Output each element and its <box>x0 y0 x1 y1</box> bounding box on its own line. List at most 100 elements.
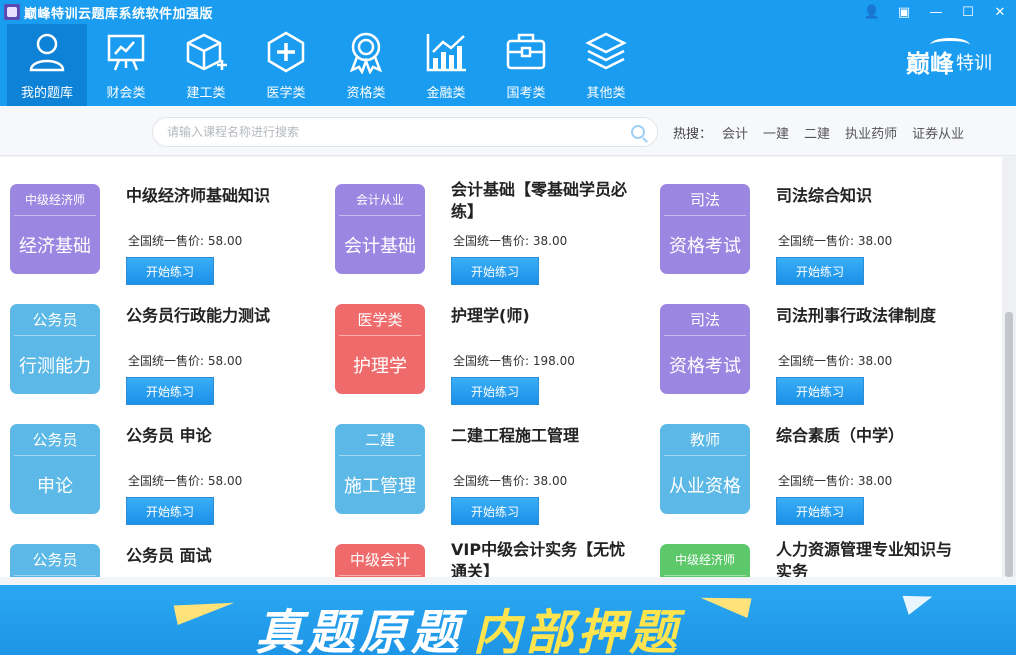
course-cover[interactable]: 中级经济师 经济基础 <box>10 184 100 274</box>
course-card: 中级经济师 人力资源管理专业知识与实务 <box>650 517 970 577</box>
cover-category: 中级会计 <box>339 544 421 576</box>
nav-label: 国考类 <box>506 86 546 101</box>
course-cover[interactable]: 教师 从业资格 <box>660 424 750 514</box>
search-box <box>152 117 658 147</box>
category-nav: 我的题库 财会类 建工类 医学类 资格类 金融类 国考类 其他类 巅峰 特训 <box>0 24 1016 106</box>
nav-label: 财会类 <box>106 86 146 101</box>
cover-name: 会计基础 <box>344 236 416 257</box>
course-title[interactable]: 综合素质（中学） <box>776 425 966 447</box>
course-title[interactable]: 会计基础【零基础学员必练】 <box>451 179 641 223</box>
course-title[interactable]: 司法刑事行政法律制度 <box>776 305 966 327</box>
course-title[interactable]: 公务员行政能力测试 <box>126 305 316 327</box>
bar-chart-icon <box>426 34 466 72</box>
hot-tag-first-builder[interactable]: 一建 <box>763 123 789 142</box>
cover-name: 行测能力 <box>19 356 91 377</box>
course-title[interactable]: 人力资源管理专业知识与实务 <box>776 539 966 577</box>
course-price: 全国统一售价: 58.00 <box>128 234 243 248</box>
close-button[interactable]: ✕ <box>984 0 1016 24</box>
cover-category: 公务员 <box>14 424 96 456</box>
window-controls: 👤 ▣ — ☐ ✕ <box>856 0 1016 24</box>
title-bar: 巅峰特训云题库系统软件加强版 👤 ▣ — ☐ ✕ <box>0 0 1016 24</box>
user-icon <box>29 33 65 72</box>
course-card: 二建 施工管理 二建工程施工管理 全国统一售价: 38.00 开始练习 <box>325 397 645 525</box>
nav-other[interactable]: 其他类 <box>566 24 646 106</box>
course-cover[interactable]: 司法 资格考试 <box>660 184 750 274</box>
course-card: 司法 资格考试 司法刑事行政法律制度 全国统一售价: 38.00 开始练习 <box>650 277 970 405</box>
cover-category: 公务员 <box>14 544 96 576</box>
brand-logo: 巅峰 特训 <box>906 38 992 79</box>
hot-tag-pharmacist[interactable]: 执业药师 <box>845 123 897 142</box>
nav-accounting[interactable]: 财会类 <box>86 24 166 106</box>
course-grid: 中级经济师 经济基础 中级经济师基础知识 全国统一售价: 58.00 开始练习 … <box>0 157 1002 577</box>
nav-civil-service[interactable]: 国考类 <box>486 24 566 106</box>
cover-name: 申论 <box>37 476 73 497</box>
hot-tag-accounting[interactable]: 会计 <box>722 123 748 142</box>
cover-category: 司法 <box>664 184 746 216</box>
search-input[interactable] <box>167 118 627 146</box>
course-cover[interactable]: 会计从业 会计基础 <box>335 184 425 274</box>
cover-category: 二建 <box>339 424 421 456</box>
course-title[interactable]: 公务员 申论 <box>126 425 316 447</box>
nav-label: 建工类 <box>186 86 226 101</box>
course-title[interactable]: 公务员 面试 <box>126 545 316 567</box>
menu-icon[interactable]: ▣ <box>888 0 920 24</box>
course-title[interactable]: 中级经济师基础知识 <box>126 185 316 207</box>
cover-category: 会计从业 <box>339 184 421 216</box>
nav-label: 医学类 <box>266 86 306 101</box>
course-card: 教师 从业资格 综合素质（中学） 全国统一售价: 38.00 开始练习 <box>650 397 970 525</box>
hot-search: 热搜： 会计 一建 二建 执业药师 证券从业 <box>673 123 979 142</box>
course-cover[interactable]: 二建 施工管理 <box>335 424 425 514</box>
cover-category: 教师 <box>664 424 746 456</box>
course-price: 全国统一售价: 38.00 <box>778 234 893 248</box>
maximize-button[interactable]: ☐ <box>952 0 984 24</box>
chart-board-icon <box>107 34 145 71</box>
cover-name: 资格考试 <box>669 236 741 257</box>
course-card: 会计从业 会计基础 会计基础【零基础学员必练】 全国统一售价: 38.00 开始… <box>325 157 645 285</box>
paper-plane-icon <box>902 587 936 615</box>
course-title[interactable]: 司法综合知识 <box>776 185 966 207</box>
course-title[interactable]: VIP中级会计实务【无忧通关】 <box>451 539 641 577</box>
nav-label: 其他类 <box>586 86 626 101</box>
course-cover[interactable]: 医学类 护理学 <box>335 304 425 394</box>
minimize-button[interactable]: — <box>920 0 952 24</box>
award-medal-icon <box>349 32 383 74</box>
course-title[interactable]: 二建工程施工管理 <box>451 425 641 447</box>
nav-qualification[interactable]: 资格类 <box>326 24 406 106</box>
user-account-icon[interactable]: 👤 <box>856 0 888 24</box>
hot-search-label: 热搜： <box>673 127 713 142</box>
hot-tag-securities[interactable]: 证券从业 <box>912 123 964 142</box>
brand-sub: 特训 <box>956 52 992 74</box>
search-icon[interactable] <box>631 125 645 139</box>
nav-label: 我的题库 <box>20 86 73 101</box>
nav-construction[interactable]: 建工类 <box>166 24 246 106</box>
course-title[interactable]: 护理学(师) <box>451 305 641 327</box>
nav-finance[interactable]: 金融类 <box>406 24 486 106</box>
course-price: 全国统一售价: 38.00 <box>778 474 893 488</box>
cover-category: 中级经济师 <box>664 544 746 576</box>
course-card: 中级会计 VIP中级会计实务【无忧通关】 <box>325 517 645 577</box>
nav-medical[interactable]: 医学类 <box>246 24 326 106</box>
promo-banner[interactable]: 真题原题 内部押题 <box>0 585 1016 655</box>
course-cover[interactable]: 公务员 申论 <box>10 424 100 514</box>
vertical-scrollbar[interactable] <box>1002 157 1016 577</box>
paper-plane-icon <box>173 592 237 626</box>
hot-tag-second-builder[interactable]: 二建 <box>804 123 830 142</box>
course-card: 公务员 申论 公务员 申论 全国统一售价: 58.00 开始练习 <box>0 397 320 525</box>
scrollbar-thumb[interactable] <box>1005 312 1013 577</box>
search-bar-row: 热搜： 会计 一建 二建 执业药师 证券从业 <box>0 106 1016 156</box>
cover-name: 从业资格 <box>669 476 741 497</box>
cover-name: 经济基础 <box>19 236 91 257</box>
nav-label: 资格类 <box>346 86 386 101</box>
course-cover[interactable]: 中级会计 <box>335 544 425 577</box>
cover-category: 中级经济师 <box>14 184 96 216</box>
course-cover[interactable]: 公务员 行测能力 <box>10 304 100 394</box>
brand-swoosh <box>930 38 970 52</box>
course-cover[interactable]: 公务员 面试 <box>10 544 100 577</box>
nav-my-questions[interactable]: 我的题库 <box>7 24 87 106</box>
course-card: 医学类 护理学 护理学(师) 全国统一售价: 198.00 开始练习 <box>325 277 645 405</box>
course-cover[interactable]: 中级经济师 <box>660 544 750 577</box>
course-cover[interactable]: 司法 资格考试 <box>660 304 750 394</box>
layers-icon <box>585 32 627 70</box>
course-price: 全国统一售价: 58.00 <box>128 354 243 368</box>
cover-name: 护理学 <box>353 356 407 377</box>
